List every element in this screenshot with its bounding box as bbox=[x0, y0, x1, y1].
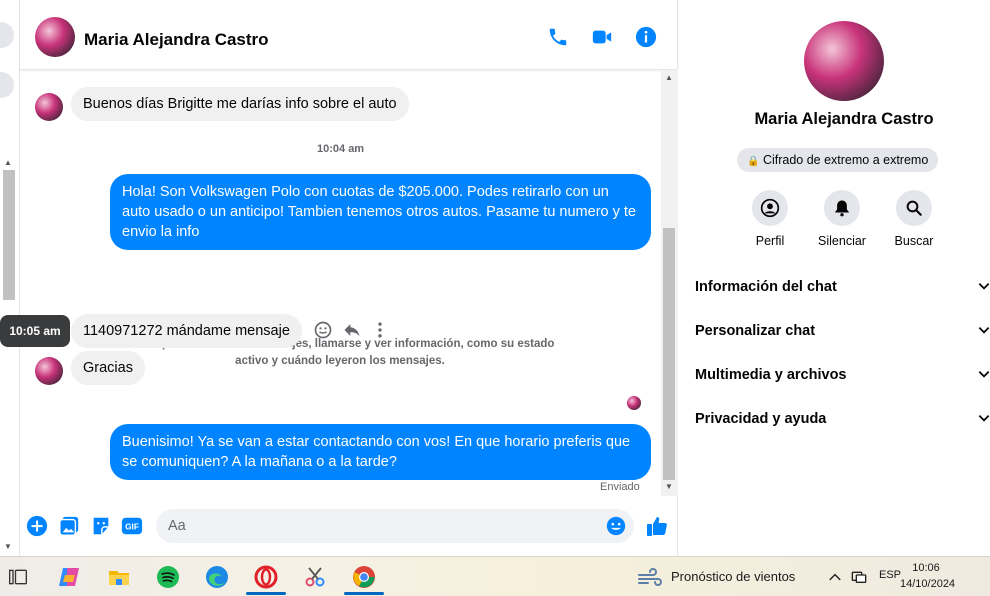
message-list: Buenos días Brigitte me darías info sobr… bbox=[20, 70, 660, 500]
conversation-list-edge: ▲ ▼ bbox=[0, 0, 20, 556]
like-icon[interactable] bbox=[645, 514, 669, 538]
profile-avatar-large[interactable] bbox=[804, 21, 884, 101]
contact-avatar[interactable] bbox=[35, 17, 75, 57]
emoji-icon[interactable] bbox=[605, 515, 627, 537]
conversation-list-scrollbar[interactable] bbox=[3, 170, 15, 300]
mute-button[interactable]: Silenciar bbox=[807, 190, 877, 248]
gif-icon[interactable]: GIF bbox=[121, 515, 143, 537]
mute-label: Silenciar bbox=[818, 234, 866, 248]
chevron-down-icon bbox=[978, 415, 990, 422]
outgoing-message[interactable]: Hola! Son Volkswagen Polo con cuotas de … bbox=[110, 174, 651, 250]
conversation-avatar-edge[interactable] bbox=[0, 22, 14, 48]
section-label: Privacidad y ayuda bbox=[695, 411, 827, 427]
system-clock[interactable]: 10:06 14/10/2024 bbox=[900, 560, 956, 592]
encryption-badge[interactable]: 🔒 Cifrado de extremo a extremo bbox=[737, 148, 939, 172]
chat-scrollbar[interactable]: ▲ ▼ bbox=[661, 70, 678, 496]
section-media-files[interactable]: Multimedia y archivos bbox=[695, 363, 990, 387]
more-options-icon[interactable] bbox=[370, 320, 390, 340]
sent-status: Enviado bbox=[600, 481, 640, 493]
message-input[interactable] bbox=[156, 509, 634, 543]
incoming-message[interactable]: Gracias bbox=[71, 351, 145, 385]
active-app-indicator bbox=[246, 592, 286, 595]
spotify-icon[interactable] bbox=[156, 565, 180, 589]
contact-name[interactable]: Maria Alejandra Castro bbox=[84, 30, 269, 50]
wind-weather-icon[interactable] bbox=[637, 565, 663, 589]
bell-icon bbox=[824, 190, 860, 226]
section-label: Personalizar chat bbox=[695, 323, 816, 339]
chevron-up-icon[interactable] bbox=[828, 570, 842, 584]
active-app-indicator bbox=[344, 592, 384, 595]
opera-icon[interactable] bbox=[254, 565, 278, 589]
phone-icon[interactable] bbox=[547, 26, 569, 48]
network-icon[interactable] bbox=[851, 569, 867, 585]
chat-window: Maria Alejandra Castro Buenos días Brigi… bbox=[20, 0, 678, 556]
search-icon bbox=[896, 190, 932, 226]
profile-name: Maria Alejandra Castro bbox=[754, 110, 934, 128]
info-icon[interactable] bbox=[635, 26, 657, 48]
clock-date: 14/10/2024 bbox=[900, 578, 956, 590]
edge-icon[interactable] bbox=[205, 565, 229, 589]
chevron-down-icon bbox=[978, 283, 990, 290]
taskbar: Pronóstico de vientos ESP 10:06 14/10/20… bbox=[0, 556, 990, 596]
chevron-down-icon bbox=[978, 327, 990, 334]
seen-indicator-avatar bbox=[627, 396, 641, 410]
copilot-icon[interactable] bbox=[57, 565, 81, 589]
react-icon[interactable] bbox=[313, 320, 333, 340]
time-tooltip: 10:05 am bbox=[0, 315, 70, 347]
scroll-up-arrow[interactable]: ▲ bbox=[4, 158, 12, 167]
gallery-icon[interactable] bbox=[58, 515, 80, 537]
profile-label: Perfil bbox=[755, 234, 785, 248]
scroll-up-arrow[interactable]: ▲ bbox=[665, 73, 673, 82]
section-chat-info[interactable]: Información del chat bbox=[695, 275, 990, 299]
section-label: Multimedia y archivos bbox=[695, 367, 847, 383]
message-composer: GIF bbox=[20, 500, 678, 556]
snipping-tool-icon[interactable] bbox=[303, 565, 327, 589]
conversation-info-panel: Maria Alejandra Castro 🔒 Cifrado de extr… bbox=[679, 0, 990, 556]
language-indicator[interactable]: ESP bbox=[879, 569, 901, 581]
clock-time: 10:06 bbox=[912, 562, 940, 574]
section-customize-chat[interactable]: Personalizar chat bbox=[695, 319, 990, 343]
sticker-icon[interactable] bbox=[90, 515, 112, 537]
outgoing-message[interactable]: Buenisimo! Ya se van a estar contactando… bbox=[110, 424, 651, 480]
contact-avatar-small[interactable] bbox=[35, 357, 63, 385]
file-explorer-icon[interactable] bbox=[107, 565, 131, 589]
message-timestamp: 10:04 am bbox=[317, 143, 365, 155]
search-button[interactable]: Buscar bbox=[879, 190, 949, 248]
scroll-down-arrow[interactable]: ▼ bbox=[665, 482, 673, 491]
incoming-message[interactable]: 1140971272 mándame mensaje bbox=[71, 314, 302, 348]
profile-icon bbox=[752, 190, 788, 226]
task-view-icon[interactable] bbox=[8, 567, 28, 587]
incoming-message[interactable]: Buenos días Brigitte me darías info sobr… bbox=[71, 87, 409, 121]
chevron-down-icon bbox=[978, 371, 990, 378]
chrome-icon[interactable] bbox=[352, 565, 376, 589]
lock-icon: 🔒 bbox=[747, 156, 760, 167]
contact-avatar-small[interactable] bbox=[35, 93, 63, 121]
conversation-avatar-edge[interactable] bbox=[0, 72, 14, 98]
section-label: Información del chat bbox=[695, 279, 837, 295]
section-privacy-help[interactable]: Privacidad y ayuda bbox=[695, 407, 990, 431]
video-icon[interactable] bbox=[591, 26, 613, 48]
plus-icon[interactable] bbox=[26, 515, 48, 537]
chat-header: Maria Alejandra Castro bbox=[20, 0, 678, 70]
chat-scrollbar-thumb[interactable] bbox=[663, 228, 675, 480]
weather-text[interactable]: Pronóstico de vientos bbox=[671, 569, 795, 584]
encryption-label: Cifrado de extremo a extremo bbox=[762, 153, 929, 167]
svg-text:GIF: GIF bbox=[125, 523, 139, 532]
search-label: Buscar bbox=[894, 234, 934, 248]
scroll-down-arrow[interactable]: ▼ bbox=[4, 542, 12, 551]
profile-button[interactable]: Perfil bbox=[735, 190, 805, 248]
reply-icon[interactable] bbox=[342, 320, 362, 340]
